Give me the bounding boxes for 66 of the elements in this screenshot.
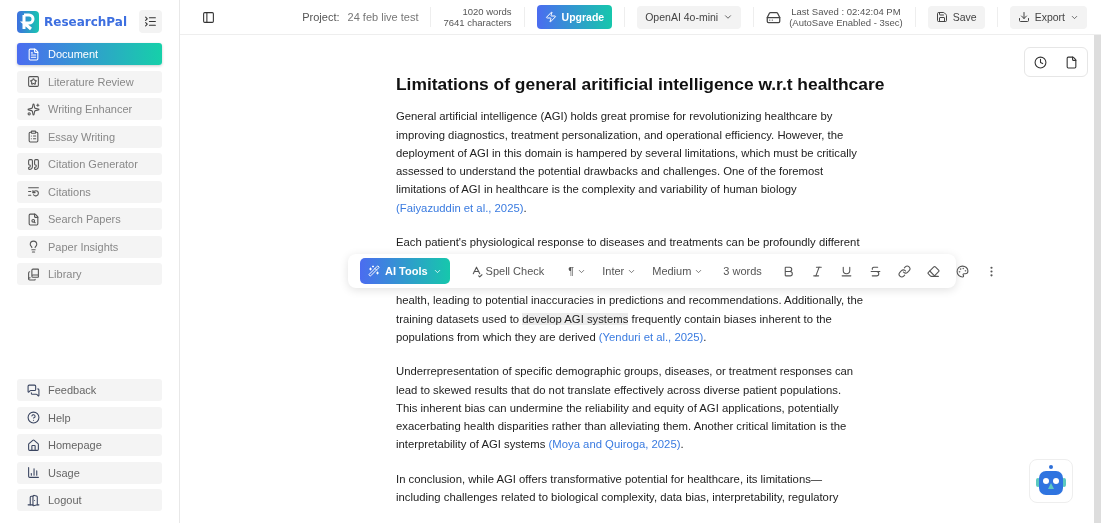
sidebar-item[interactable]: Document xyxy=(17,43,162,65)
panel-toggle-icon[interactable] xyxy=(202,10,215,24)
sidebar-item[interactable]: Feedback xyxy=(17,379,162,401)
chevron-icon xyxy=(723,12,734,22)
sidebar-item[interactable]: Citation Generator xyxy=(17,153,162,175)
project-label: Project: xyxy=(302,11,340,23)
list-icon xyxy=(27,130,40,143)
export-button[interactable]: Export xyxy=(1009,5,1087,29)
model-dropdown[interactable]: OpenAI 4o-mini xyxy=(637,5,742,29)
paragraph: General artificial intelligence (AGI) holds great promise for revolutionizing healthcare by improving diagnostics, treatment personalization, and operational efficiency. However, the deployment of AGI in this domain is hampered by several limitations, which must be critically assessed to understand the potential drawbacks and challenges. One of the foremost limitations of AGI in healthcare is the complexity and variability of human biology (Faiyazuddin et al., 2025). xyxy=(396,109,858,216)
list-icon xyxy=(27,185,40,198)
door-icon xyxy=(27,493,40,507)
weight-dropdown[interactable]: Medium xyxy=(648,265,708,278)
autosave-icon xyxy=(766,9,782,25)
brand-name: ResearchPal xyxy=(44,14,127,29)
sidebar-item[interactable]: Usage xyxy=(17,461,162,484)
sidebar-item[interactable]: Homepage xyxy=(17,434,162,456)
font-dropdown[interactable]: Inter xyxy=(598,265,641,278)
history-icon[interactable] xyxy=(1034,55,1047,69)
ai-tools-button[interactable]: AI Tools xyxy=(360,258,450,285)
document-icon xyxy=(27,47,40,61)
help-icon xyxy=(27,411,40,424)
file-icon[interactable] xyxy=(1065,55,1078,69)
word-count: 1020 words xyxy=(462,6,512,17)
last-saved-text: Last Saved : 02:42:04 PM xyxy=(791,6,901,17)
sidebar-item[interactable]: Logout xyxy=(17,489,162,511)
sidebar-item[interactable]: Citations xyxy=(17,180,162,203)
house-icon xyxy=(27,438,40,452)
quote-icon xyxy=(27,157,40,171)
collapse-sidebar-button[interactable] xyxy=(139,10,162,33)
star-box-icon xyxy=(27,75,40,88)
lightning-icon xyxy=(544,11,557,23)
book-icon xyxy=(27,267,40,281)
bar-chart-icon xyxy=(27,466,40,479)
download-icon xyxy=(1017,11,1030,23)
document-title: Limitations of general aritificial intelligence w.r.t healthcare xyxy=(396,75,885,94)
paragraph-dropdown[interactable]: ¶ xyxy=(564,265,591,278)
sidebar-item[interactable]: Writing Enhancer xyxy=(17,98,162,120)
file-search-icon xyxy=(27,212,40,226)
save-icon xyxy=(935,11,948,23)
upgrade-button[interactable]: Upgrade xyxy=(536,5,613,29)
paragraph: health, leading to potential inaccuracies in predictions and recommendations. Additionally, the training datasets used to develop AGI systems frequently contain biases inherent to the populations from which they are derived (Yenduri et al., 2025). xyxy=(396,293,864,345)
sidebar-item[interactable]: Help xyxy=(17,406,162,429)
sidebar-item[interactable]: Search Papers xyxy=(17,208,162,230)
sidebar-item[interactable]: Paper Insights xyxy=(17,235,162,258)
paragraph: Underrepresentation of specific demographic groups, diseases, or treatment responses can lead to skewed results that do not translate effectively across diverse patient populations. This inherent bias can undermine the reliability and equity of AGI applications, potentially exacerbating health disparities rather than alleviating them. Another critical limitation is the interpretability of AGI systems (Moya and Quiroga, 2025). xyxy=(396,364,855,453)
collapse-icon xyxy=(144,15,157,28)
chat-icon xyxy=(27,383,40,397)
autosave-text: (AutoSave Enabled - 3sec) xyxy=(789,17,903,28)
paragraph: Each patient's physiological response to diseases and treatments can be profoundly different xyxy=(396,235,861,251)
save-button[interactable]: Save xyxy=(927,5,985,29)
scrollbar[interactable] xyxy=(1094,35,1101,523)
sparkles-icon xyxy=(368,265,380,278)
sidebar-item[interactable]: Essay Writing xyxy=(17,125,162,148)
lightbulb-icon xyxy=(27,240,40,253)
character-count: 7641 characters xyxy=(443,17,512,28)
spell-check-button[interactable]: Spell Check xyxy=(465,264,549,278)
selection-count: 3 words xyxy=(723,264,762,280)
paragraph: In conclusion, while AGI offers transformative potential for healthcare, its limitations— including challenges related to biological complexity, data bias, interpretability, regulatory xyxy=(396,471,840,506)
logo-icon xyxy=(17,10,39,33)
robot-icon xyxy=(1035,464,1067,498)
sidebar-item[interactable]: Literature Review xyxy=(17,70,162,93)
project-name: 24 feb live test xyxy=(347,11,419,23)
sparkles-icon xyxy=(27,102,40,116)
sidebar-item[interactable]: Library xyxy=(17,263,162,285)
assistant-button[interactable] xyxy=(1029,459,1073,503)
